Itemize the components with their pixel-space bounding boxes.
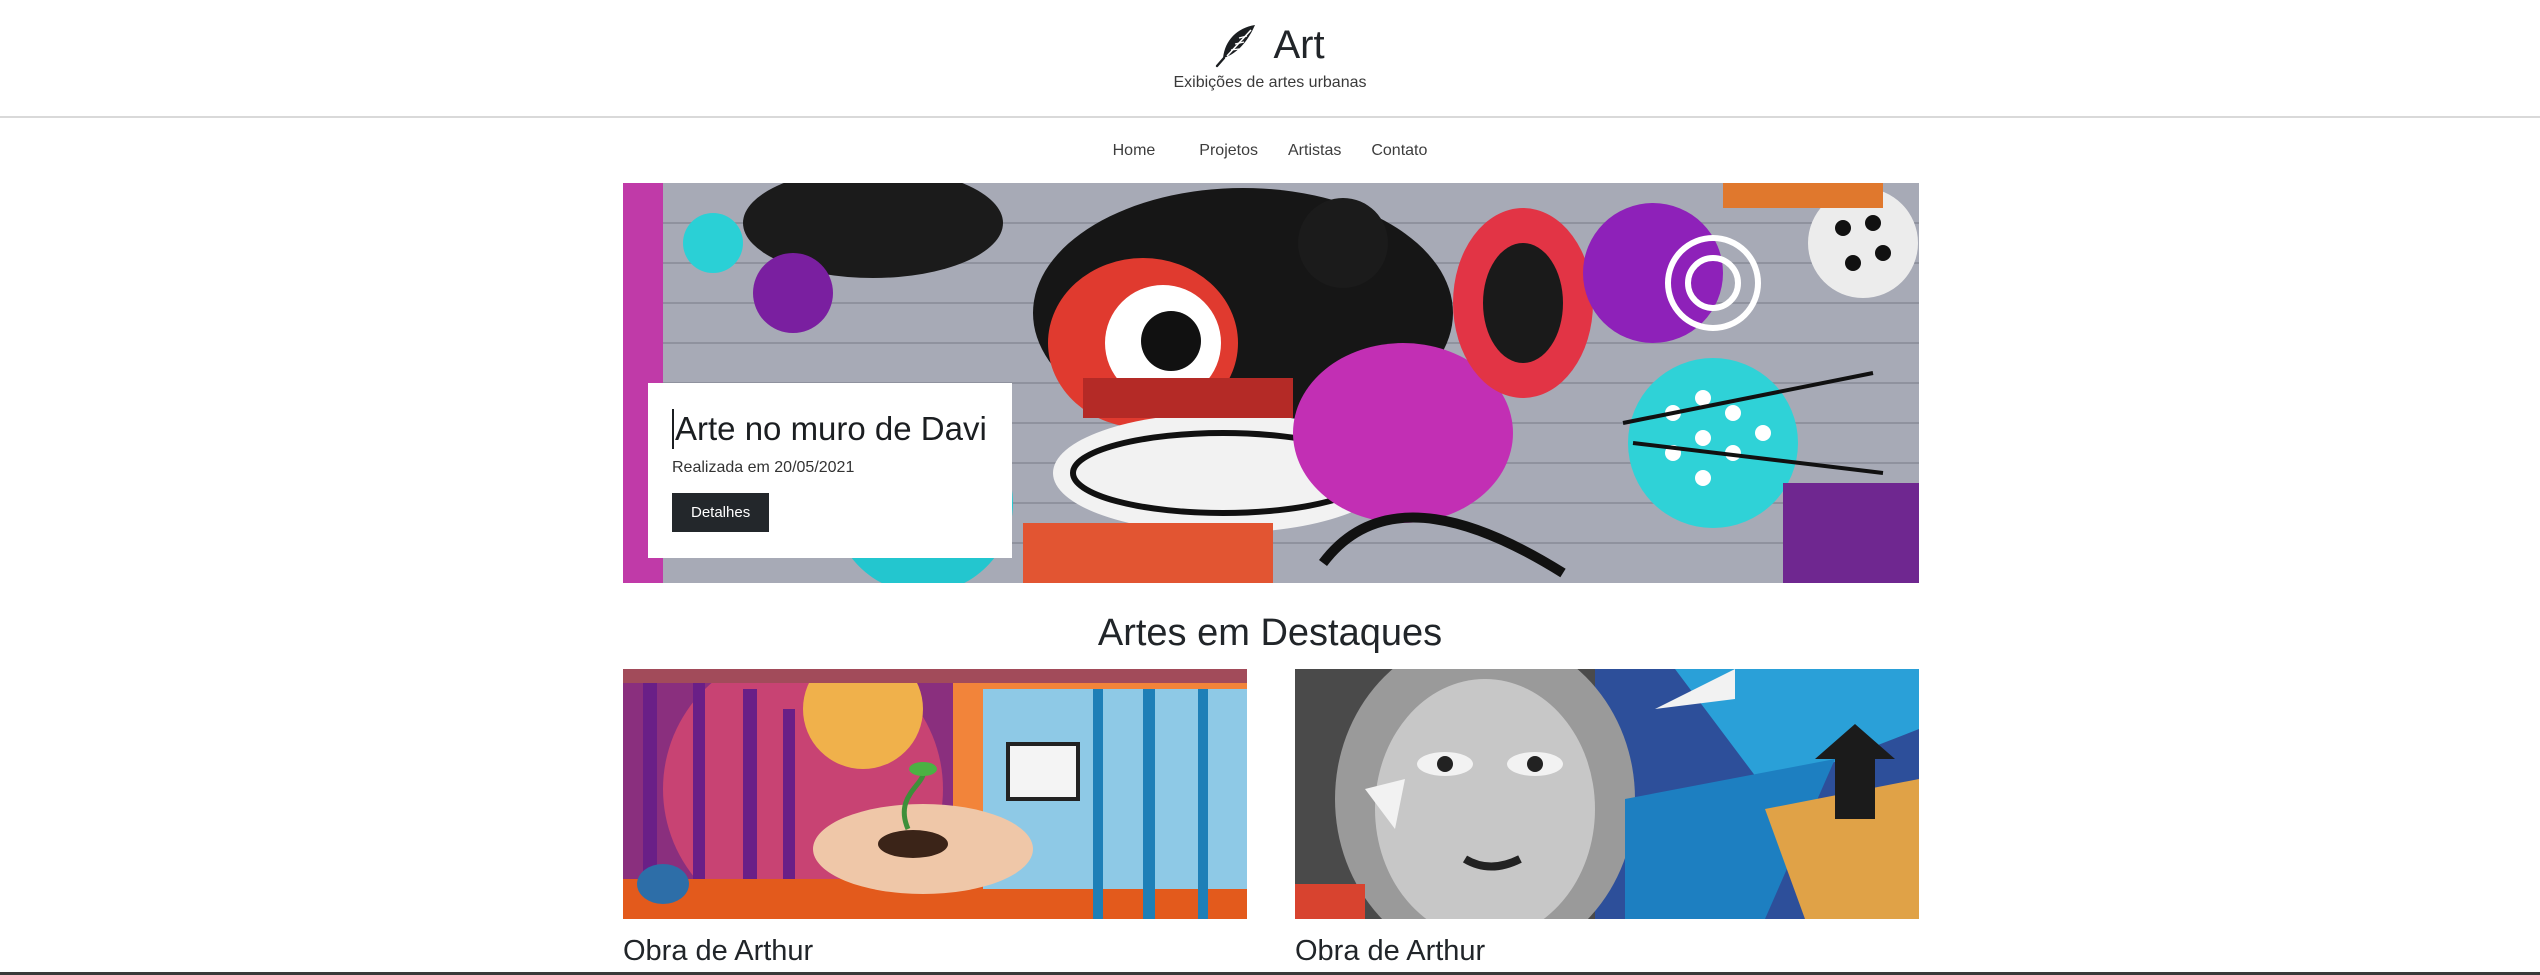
featured-section-title: Artes em Destaques <box>1097 612 1443 654</box>
site-title: Art <box>1273 23 1325 67</box>
artwork-image[interactable] <box>623 669 1247 919</box>
hero-banner: Arte no muro de Davi Realizada em 20/05/… <box>623 183 1919 583</box>
card-title[interactable]: Obra de Arthur <box>1295 935 1919 968</box>
brand[interactable]: Art <box>0 18 2540 72</box>
site-header: Art Exibições de artes urbanas <box>0 0 2540 118</box>
featured-card[interactable]: Obra de Arthur <box>1295 669 1919 968</box>
nav-item-projetos[interactable]: Projetos <box>1195 140 1262 162</box>
card-title[interactable]: Obra de Arthur <box>623 935 1247 968</box>
main-nav: Home Projetos Artistas Contato <box>0 140 2540 162</box>
hero-card: Arte no muro de Davi Realizada em 20/05/… <box>648 383 1012 558</box>
hero-title: Arte no muro de Davi <box>672 409 988 449</box>
artwork-image[interactable] <box>1295 669 1919 919</box>
nav-item-contato[interactable]: Contato <box>1367 140 1431 162</box>
nav-item-home[interactable]: Home <box>1109 140 1160 162</box>
site-tagline: Exibições de artes urbanas <box>1173 74 1367 91</box>
details-button[interactable]: Detalhes <box>672 493 770 532</box>
featured-card[interactable]: Obra de Arthur <box>623 669 1247 968</box>
nav-item-artistas[interactable]: Artistas <box>1284 140 1345 162</box>
hero-date: Realizada em 20/05/2021 <box>672 459 855 476</box>
feather-icon <box>1216 25 1256 68</box>
